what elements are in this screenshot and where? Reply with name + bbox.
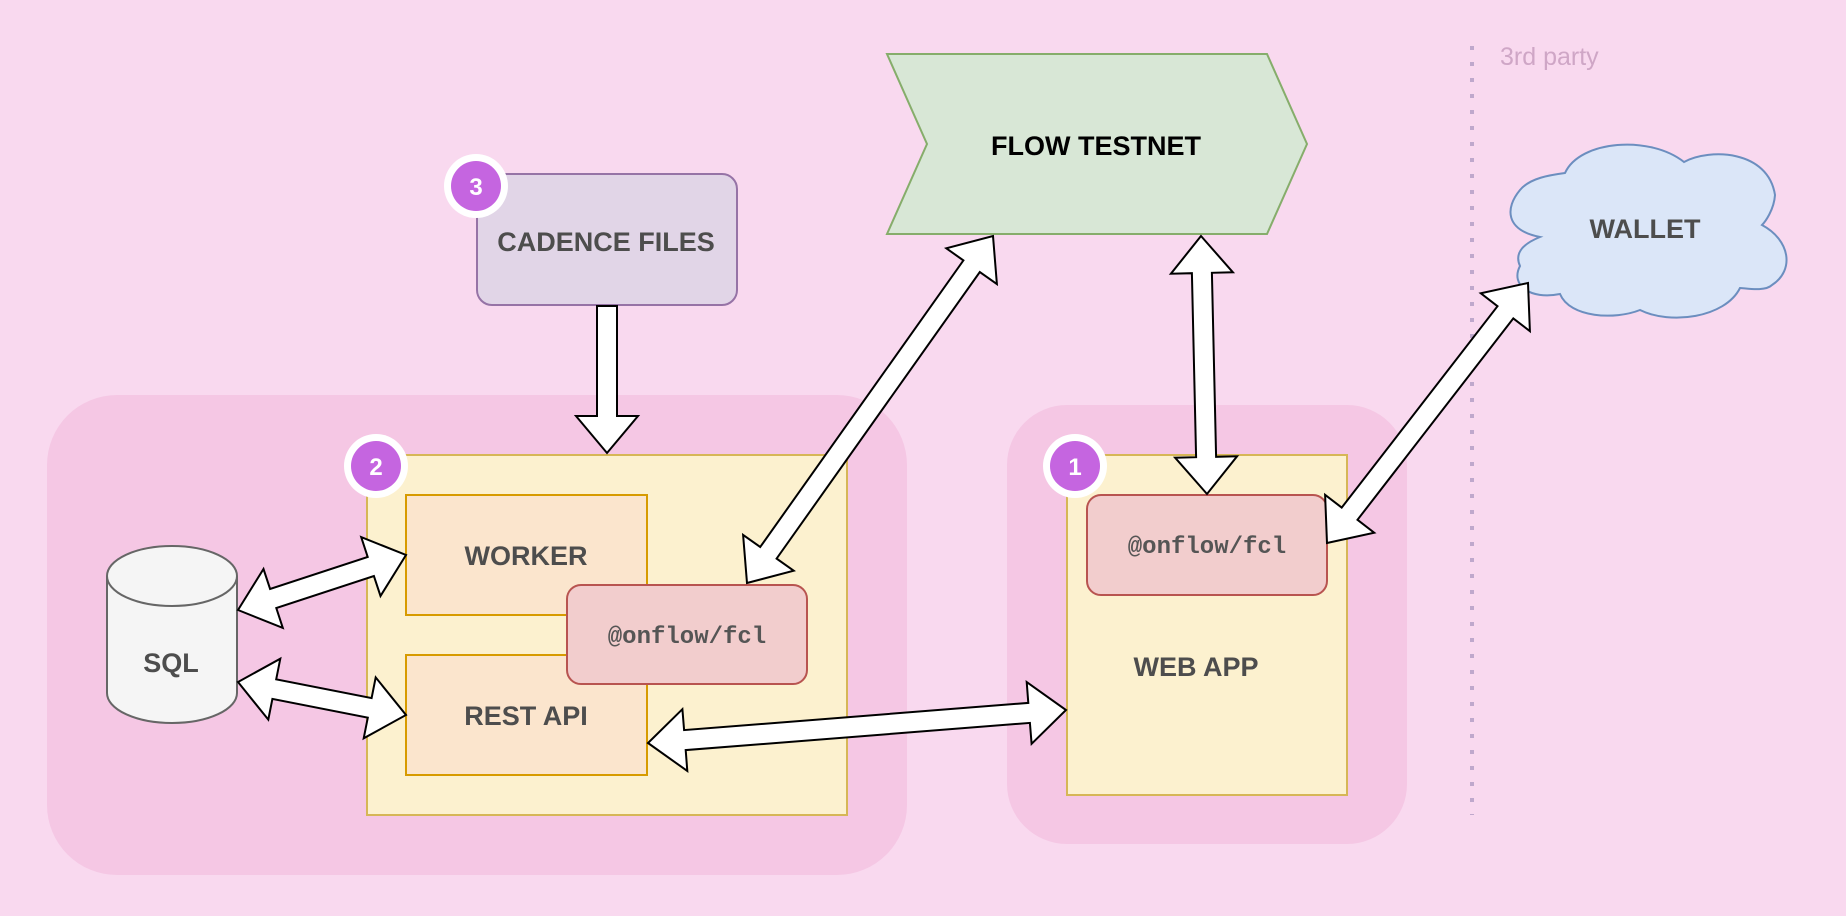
badge-2: 2 <box>344 434 408 498</box>
badge-1: 1 <box>1043 434 1107 498</box>
architecture-diagram: 3rd party WORKER REST API @onflow/fcl SQ… <box>0 0 1846 916</box>
cadence-files-label: CADENCE FILES <box>497 227 715 257</box>
rest-api-label: REST API <box>464 701 588 731</box>
sql-node[interactable] <box>106 545 238 724</box>
web-app-label: WEB APP <box>1133 652 1258 682</box>
backend-fcl-label: @onflow/fcl <box>608 624 766 651</box>
third-party-label: 3rd party <box>1500 43 1599 71</box>
worker-label: WORKER <box>465 541 588 571</box>
flow-testnet-label: FLOW TESTNET <box>991 131 1201 161</box>
sql-cylinder-top <box>106 545 238 607</box>
web-fcl-label: @onflow/fcl <box>1128 534 1286 561</box>
wallet-label: WALLET <box>1590 214 1701 244</box>
badge-3-number: 3 <box>469 174 482 201</box>
badge-2-number: 2 <box>369 454 382 481</box>
badge-1-number: 1 <box>1068 454 1081 481</box>
sql-label: SQL <box>143 648 199 678</box>
badge-3: 3 <box>444 154 508 218</box>
